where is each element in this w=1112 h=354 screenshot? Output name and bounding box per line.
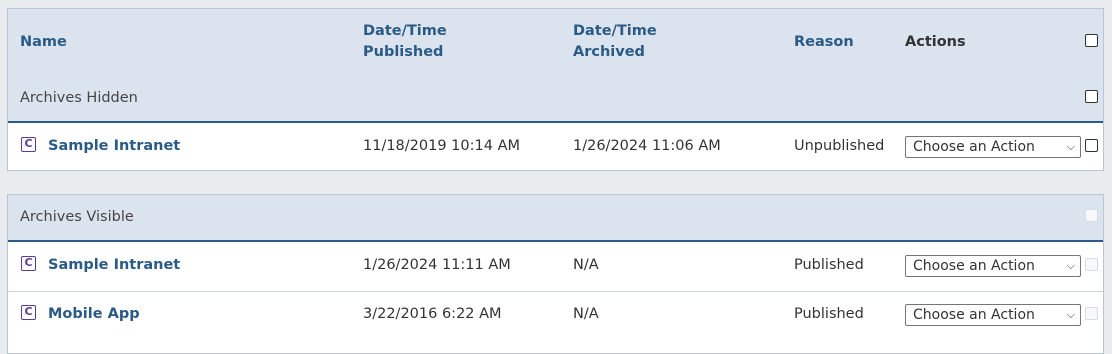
row-name-link[interactable]: Mobile App xyxy=(48,306,140,322)
row-reason: Published xyxy=(794,306,864,322)
c-app-icon: C xyxy=(21,256,36,271)
row-archived: N/A xyxy=(573,306,599,322)
row-reason: Unpublished xyxy=(794,138,885,154)
column-header-published[interactable]: Date/Time Published xyxy=(363,21,447,63)
chevron-down-icon: ⌵ xyxy=(1066,308,1075,321)
table-row: C Mobile App 3/22/2016 6:22 AM N/A Publi… xyxy=(8,291,1103,338)
archived-line2: Archived xyxy=(573,44,645,60)
c-app-icon: C xyxy=(21,137,36,152)
group-header-visible: Archives Visible xyxy=(8,195,1103,242)
published-line2: Published xyxy=(363,44,444,60)
row-published: 11/18/2019 10:14 AM xyxy=(363,138,521,154)
action-select[interactable]: Choose an Action ⌵ xyxy=(905,255,1081,277)
archives-hidden-panel: Name Date/Time Published Date/Time Archi… xyxy=(7,8,1104,171)
published-line1: Date/Time xyxy=(363,23,447,39)
table-row: C Sample Intranet 1/26/2024 11:11 AM N/A… xyxy=(8,243,1103,290)
action-select-value: Choose an Action xyxy=(913,139,1035,155)
group-visible-checkbox xyxy=(1085,209,1098,222)
archived-line1: Date/Time xyxy=(573,23,657,39)
row-published: 1/26/2024 11:11 AM xyxy=(363,257,511,273)
column-header-name[interactable]: Name xyxy=(20,32,67,53)
row-checkbox[interactable] xyxy=(1085,139,1098,152)
row-name-link[interactable]: Sample Intranet xyxy=(48,257,180,273)
action-select[interactable]: Choose an Action ⌵ xyxy=(905,136,1081,158)
chevron-down-icon: ⌵ xyxy=(1066,259,1075,272)
group-hidden-checkbox[interactable] xyxy=(1085,90,1098,103)
row-checkbox xyxy=(1085,307,1098,320)
column-header-actions: Actions xyxy=(905,34,966,50)
row-published: 3/22/2016 6:22 AM xyxy=(363,306,502,322)
select-all-checkbox[interactable] xyxy=(1085,34,1098,47)
action-select-value: Choose an Action xyxy=(913,258,1035,274)
table-header: Name Date/Time Published Date/Time Archi… xyxy=(8,9,1103,123)
column-header-archived[interactable]: Date/Time Archived xyxy=(573,21,657,63)
action-select-value: Choose an Action xyxy=(913,307,1035,323)
row-checkbox xyxy=(1085,258,1098,271)
row-archived: N/A xyxy=(573,257,599,273)
action-select[interactable]: Choose an Action ⌵ xyxy=(905,304,1081,326)
c-app-icon: C xyxy=(21,305,36,320)
archives-visible-panel: Archives Visible C Sample Intranet 1/26/… xyxy=(7,194,1104,354)
row-reason: Published xyxy=(794,257,864,273)
column-header-reason[interactable]: Reason xyxy=(794,32,854,53)
row-name-link[interactable]: Sample Intranet xyxy=(48,138,180,154)
group-title-visible: Archives Visible xyxy=(20,209,134,225)
chevron-down-icon: ⌵ xyxy=(1066,140,1075,153)
table-row: C Sample Intranet 11/18/2019 10:14 AM 1/… xyxy=(8,124,1103,171)
row-archived: 1/26/2024 11:06 AM xyxy=(573,138,721,154)
group-title-hidden: Archives Hidden xyxy=(20,90,138,106)
